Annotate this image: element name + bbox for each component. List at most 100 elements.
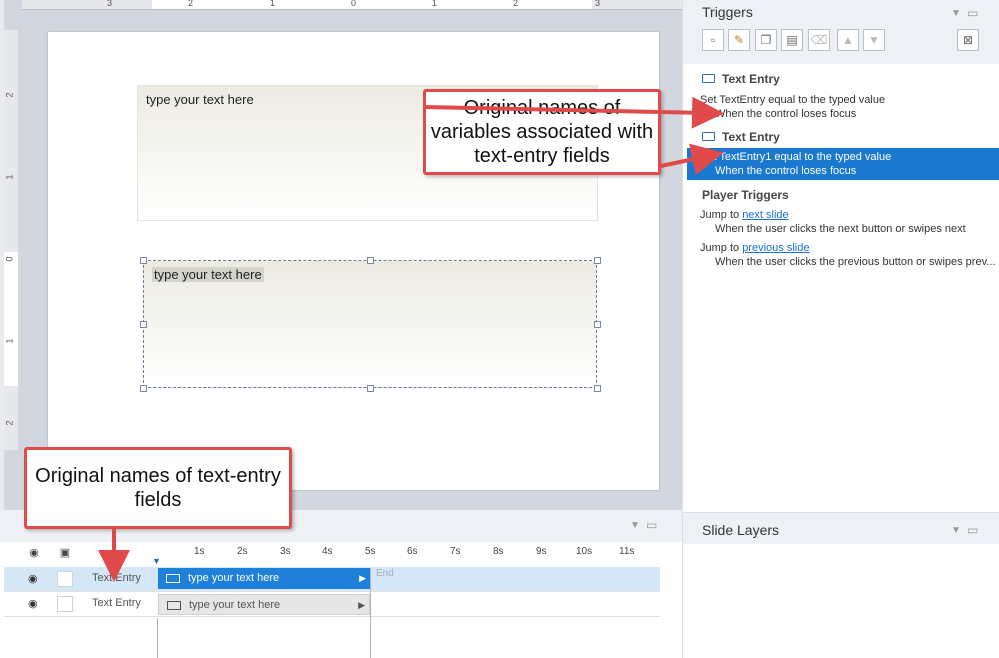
collapse-arrow-icon[interactable]: ▼ <box>630 520 640 531</box>
timeline-end-divider <box>370 568 371 658</box>
ruler-number: 0 <box>351 0 357 8</box>
move-up-icon[interactable]: ▲ <box>837 29 859 51</box>
text-entry-icon <box>167 601 181 610</box>
ruler-number: 1 <box>270 0 276 8</box>
edit-trigger-icon[interactable]: ✎ <box>728 29 750 51</box>
ruler-number: 0 <box>4 256 15 262</box>
text-entry-icon <box>702 132 715 142</box>
player-trigger-previous[interactable]: Jump to previous slide <box>700 242 809 254</box>
new-trigger-icon[interactable]: ▫ <box>702 29 724 51</box>
timeline-second: 11s <box>619 546 635 557</box>
expand-arrow-icon[interactable]: ▶ <box>359 568 366 589</box>
timeline-row-name: Text Entry <box>92 597 141 609</box>
text-entry-field-2[interactable]: type your text here <box>143 260 597 388</box>
trigger-condition: When the control loses focus <box>715 165 857 177</box>
next-slide-link[interactable]: next slide <box>742 209 788 221</box>
timeline-bar-label: type your text here <box>188 572 280 584</box>
resize-handle[interactable] <box>140 321 147 328</box>
slide-stage: 3 2 1 0 1 2 3 2 1 0 1 2 <box>0 0 682 510</box>
delete-icon[interactable]: ⌫ <box>808 29 830 51</box>
lock-checkbox[interactable] <box>57 596 73 612</box>
callout-variables: Original names of variables associated w… <box>423 89 661 175</box>
timeline-second: 6s <box>407 546 418 557</box>
float-panel-icon[interactable]: ▭ <box>967 6 978 20</box>
variables-icon[interactable]: ⊠ <box>957 29 979 51</box>
ruler-number: 1 <box>4 338 15 344</box>
eye-icon[interactable]: ◉ <box>28 597 38 610</box>
timeline-second: 2s <box>237 546 248 557</box>
text-entry-icon <box>166 574 180 583</box>
trigger-group-text-entry[interactable]: Text Entry <box>702 130 780 144</box>
trigger-prefix: Jump to <box>700 242 743 254</box>
timeline-second: 10s <box>576 546 593 557</box>
trigger-group-name: Text Entry <box>722 72 780 86</box>
slide-layers-title: Slide Layers <box>702 522 780 538</box>
resize-handle[interactable] <box>594 257 601 264</box>
ruler-number: 2 <box>513 0 519 8</box>
timeline-row-name: Text Entry <box>92 572 141 584</box>
timeline-second: 3s <box>280 546 291 557</box>
resize-handle[interactable] <box>367 385 374 392</box>
lock-checkbox[interactable] <box>57 571 73 587</box>
ruler-margin-right <box>592 0 682 9</box>
trigger-prefix: Jump to <box>700 209 743 221</box>
timeline-second: 1s <box>194 546 205 557</box>
resize-handle[interactable] <box>594 321 601 328</box>
resize-handle[interactable] <box>140 257 147 264</box>
paste-icon[interactable]: ▤ <box>781 29 803 51</box>
float-panel-icon[interactable]: ▭ <box>646 518 657 532</box>
timeline-second: 5s <box>365 546 376 557</box>
selected-trigger-row[interactable]: Set TextEntry1 equal to the typed value … <box>687 148 999 180</box>
vertical-ruler: 2 1 0 1 2 <box>4 30 18 450</box>
resize-handle[interactable] <box>140 385 147 392</box>
trigger-group-text-entry[interactable]: Text Entry <box>702 72 780 86</box>
trigger-action: Set TextEntry1 equal to the typed value <box>700 151 892 163</box>
player-trigger-next[interactable]: Jump to next slide <box>700 209 789 221</box>
resize-handle[interactable] <box>367 257 374 264</box>
move-down-icon[interactable]: ▼ <box>863 29 885 51</box>
eye-icon[interactable]: ◉ <box>26 546 42 560</box>
ruler-margin-left <box>22 0 152 9</box>
ruler-number: 1 <box>4 174 15 180</box>
ruler-number: 2 <box>188 0 194 8</box>
ruler-number: 3 <box>595 0 601 8</box>
horizontal-ruler: 3 2 1 0 1 2 3 <box>22 0 682 10</box>
timeline-column-divider <box>157 618 158 658</box>
collapse-arrow-icon[interactable]: ▼ <box>951 8 961 19</box>
lock-icon[interactable]: ▣ <box>57 546 73 560</box>
previous-slide-link[interactable]: previous slide <box>742 242 809 254</box>
player-triggers-title: Player Triggers <box>702 188 789 202</box>
float-panel-icon[interactable]: ▭ <box>967 523 978 537</box>
resize-handle[interactable] <box>594 385 601 392</box>
trigger-group-name: Text Entry <box>722 130 780 144</box>
vruler-active-range <box>4 252 18 386</box>
timeline-object-bar[interactable]: type your text here ▶ <box>158 568 370 589</box>
expand-arrow-icon[interactable]: ▶ <box>358 595 365 616</box>
collapse-arrow-icon[interactable]: ▼ <box>951 525 961 536</box>
trigger-action[interactable]: Set TextEntry equal to the typed value <box>700 94 885 106</box>
eye-icon[interactable]: ◉ <box>28 572 38 585</box>
triggers-header: Triggers ▼ ▭ ▫ ✎ ❐ ▤ ⌫ ▲ ▼ ⊠ <box>683 0 999 64</box>
right-panel: Triggers ▼ ▭ ▫ ✎ ❐ ▤ ⌫ ▲ ▼ ⊠ Text Entry … <box>682 0 999 658</box>
triggers-title: Triggers <box>702 4 753 20</box>
timeline-second: 4s <box>322 546 333 557</box>
trigger-condition: When the user clicks the previous button… <box>715 256 996 268</box>
trigger-condition: When the control loses focus <box>715 108 857 120</box>
slide-layers-header: Slide Layers ▼ ▭ <box>683 512 999 544</box>
trigger-condition: When the user clicks the next button or … <box>715 223 966 235</box>
text-entry-icon <box>702 74 715 84</box>
playhead-icon[interactable]: ▼ <box>152 556 161 566</box>
triggers-list: Text Entry Set TextEntry equal to the ty… <box>683 64 999 512</box>
timeline-object-bar[interactable]: type your text here ▶ <box>158 594 370 615</box>
copy-icon[interactable]: ❐ <box>755 29 777 51</box>
text-entry-placeholder: type your text here <box>152 267 264 282</box>
text-entry-placeholder: type your text here <box>146 92 254 107</box>
ruler-number: 2 <box>4 92 15 98</box>
callout-fields: Original names of text-entry fields <box>24 447 292 529</box>
timeline-second: 7s <box>450 546 461 557</box>
timeline-bar-label: type your text here <box>189 599 281 611</box>
timeline-end-label: End <box>376 568 394 579</box>
timeline-second: 8s <box>493 546 504 557</box>
timeline-second: 9s <box>536 546 547 557</box>
ruler-number: 2 <box>4 420 15 426</box>
